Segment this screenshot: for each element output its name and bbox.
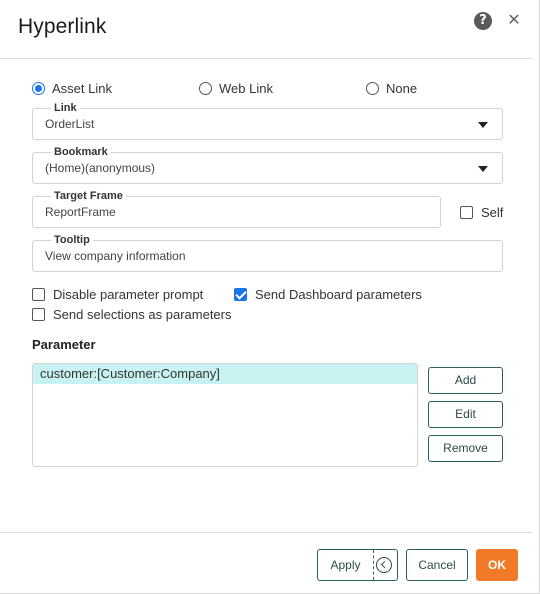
disable-parameter-prompt-checkbox[interactable]: Disable parameter prompt <box>32 286 203 302</box>
asset-link-label: Asset Link <box>52 80 112 96</box>
radio-unselected-icon <box>366 81 379 95</box>
footer-divider <box>0 532 532 533</box>
none-label: None <box>386 80 418 96</box>
caret-down-icon[interactable] <box>478 122 488 128</box>
target-frame-value: ReportFrame <box>45 205 116 219</box>
self-label: Self <box>481 204 504 220</box>
help-icon[interactable]: ? <box>474 12 492 30</box>
target-frame-input[interactable]: Target Frame ReportFrame <box>32 190 441 228</box>
none-radio[interactable]: None <box>366 79 417 97</box>
header-divider <box>0 58 532 59</box>
bookmark-value: (Home)(anonymous) <box>45 161 156 175</box>
send-dashboard-parameters-checkbox[interactable]: Send Dashboard parameters <box>234 286 422 302</box>
tooltip-input[interactable]: Tooltip View company information <box>32 234 503 272</box>
link-type-radio-group: Asset Link Web Link None <box>0 79 540 97</box>
bookmark-field-label: Bookmark <box>51 146 111 158</box>
remove-parameter-button[interactable]: Remove <box>428 435 503 462</box>
asset-link-radio[interactable]: Asset Link <box>32 79 112 97</box>
send-selections-label: Send selections as parameters <box>53 306 232 322</box>
web-link-label: Web Link <box>219 80 273 96</box>
apply-button-group: Apply <box>317 549 398 581</box>
parameter-list[interactable]: customer:[Customer:Company] <box>32 363 418 467</box>
checkbox-unchecked-icon <box>32 307 45 321</box>
send-selections-checkbox[interactable]: Send selections as parameters <box>32 306 231 322</box>
link-field-label: Link <box>51 102 80 114</box>
apply-split-divider <box>373 550 374 580</box>
hyperlink-dialog: Hyperlink ? ✕ Asset Link Web Link None L… <box>0 0 540 594</box>
parameter-heading: Parameter <box>32 337 96 352</box>
tooltip-field-label: Tooltip <box>51 234 93 246</box>
link-value: OrderList <box>45 117 95 131</box>
chevron-left-circle-icon[interactable] <box>376 557 392 573</box>
checkbox-checked-icon <box>234 287 247 301</box>
disable-parameter-prompt-label: Disable parameter prompt <box>53 286 204 302</box>
tooltip-value: View company information <box>45 249 186 263</box>
radio-unselected-icon <box>199 81 212 95</box>
checkbox-unchecked-icon <box>460 205 473 219</box>
link-select[interactable]: Link OrderList <box>32 102 503 140</box>
add-parameter-button[interactable]: Add <box>428 367 503 394</box>
parameter-list-item[interactable]: customer:[Customer:Company] <box>33 364 417 384</box>
send-dashboard-parameters-label: Send Dashboard parameters <box>255 286 422 302</box>
edit-parameter-button[interactable]: Edit <box>428 401 503 428</box>
close-icon[interactable]: ✕ <box>506 11 522 29</box>
cancel-button[interactable]: Cancel <box>406 549 468 581</box>
radio-selected-icon <box>32 81 45 95</box>
apply-button[interactable]: Apply <box>318 550 373 580</box>
web-link-radio[interactable]: Web Link <box>199 79 273 97</box>
caret-down-icon[interactable] <box>478 166 488 172</box>
bookmark-select[interactable]: Bookmark (Home)(anonymous) <box>32 146 503 184</box>
ok-button[interactable]: OK <box>476 549 518 581</box>
target-frame-field-label: Target Frame <box>51 190 126 202</box>
self-checkbox[interactable]: Self <box>460 204 503 220</box>
dialog-title: Hyperlink <box>18 15 107 38</box>
checkbox-unchecked-icon <box>32 287 45 301</box>
